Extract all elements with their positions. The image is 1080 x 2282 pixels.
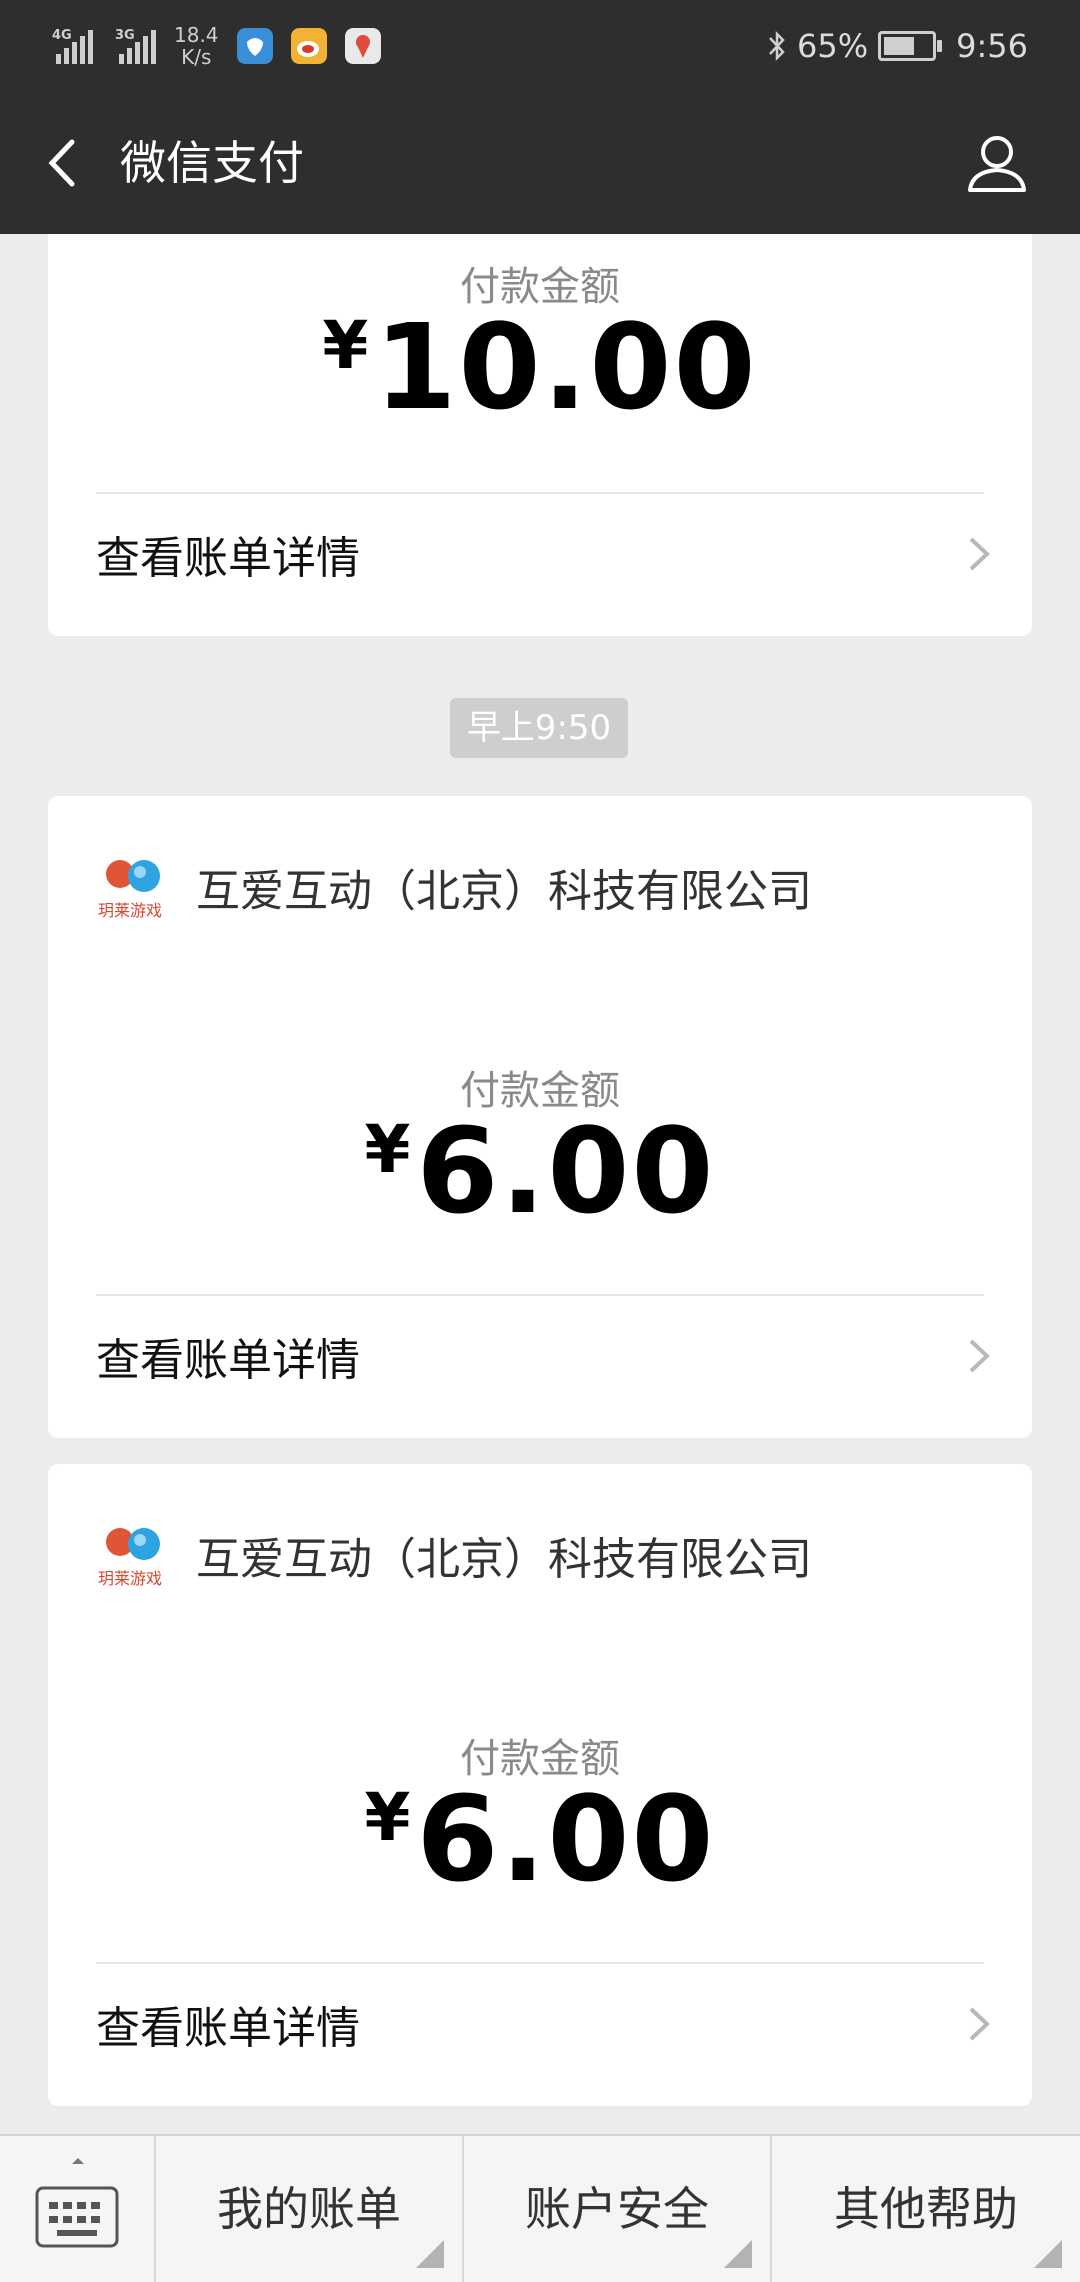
menu-other-help[interactable]: 其他帮助	[770, 2136, 1080, 2282]
bottom-menu-bar: 我的账单 账户安全 其他帮助	[0, 2134, 1080, 2282]
menu-my-bills[interactable]: 我的账单	[154, 2136, 462, 2282]
payment-amount: ¥10.00	[322, 298, 758, 436]
keyboard-icon[interactable]	[0, 2136, 154, 2282]
merchant-header: 玥莱游戏 互爱互动（北京）科技有限公司	[96, 1520, 812, 1590]
menu-account-security[interactable]: 账户安全	[462, 2136, 770, 2282]
status-right: 65% 9:56	[767, 18, 1028, 74]
merchant-header: 玥莱游戏 互爱互动（北京）科技有限公司	[96, 852, 812, 922]
person-icon[interactable]	[962, 128, 1032, 198]
detail-label: 查看账单详情	[96, 1335, 360, 1386]
time-separator: 早上9:50	[450, 698, 628, 758]
signal-4g-icon: 4G	[52, 28, 93, 64]
chevron-right-icon	[969, 1339, 990, 1373]
clock: 9:56	[956, 27, 1028, 65]
svg-text:玥莱游戏: 玥莱游戏	[98, 901, 162, 920]
detail-label: 查看账单详情	[96, 2003, 360, 2054]
page-title: 微信支付	[120, 136, 304, 190]
nav-bar: 微信支付	[0, 92, 1080, 234]
merchant-name: 互爱互动（北京）科技有限公司	[196, 866, 812, 917]
signal-3g-icon: 3G	[115, 28, 156, 64]
bluetooth-icon	[769, 30, 785, 62]
status-left: 4G 3G 18.4 K/s	[52, 18, 381, 74]
merchant-name: 互爱互动（北京）科技有限公司	[196, 1534, 812, 1585]
payment-card: 玥莱游戏 互爱互动（北京）科技有限公司 付款金额 ¥6.00 查看账单详情	[48, 796, 1032, 1438]
battery-percent: 65%	[797, 27, 869, 65]
submenu-indicator-icon	[724, 2240, 752, 2268]
payment-card: 付款金额 ¥10.00 查看账单详情	[48, 234, 1032, 636]
payment-amount: ¥6.00	[364, 1102, 716, 1240]
view-bill-details-button[interactable]: 查看账单详情	[96, 1296, 992, 1416]
status-bar: 4G 3G 18.4 K/s 65% 9:56	[0, 0, 1080, 92]
chevron-right-icon	[969, 2007, 990, 2041]
chevron-right-icon	[969, 537, 990, 571]
svg-text:玥莱游戏: 玥莱游戏	[98, 1569, 162, 1588]
view-bill-details-button[interactable]: 查看账单详情	[96, 494, 992, 614]
health-app-icon	[236, 28, 273, 64]
payment-card: 玥莱游戏 互爱互动（北京）科技有限公司 付款金额 ¥6.00 查看账单详情	[48, 1464, 1032, 2106]
submenu-indicator-icon	[416, 2240, 444, 2268]
detail-label: 查看账单详情	[96, 533, 360, 584]
maps-app-icon	[344, 28, 381, 64]
battery-icon	[878, 31, 943, 61]
merchant-logo-icon: 玥莱游戏	[98, 1528, 162, 1588]
merchant-logo-icon: 玥莱游戏	[98, 860, 162, 920]
submenu-indicator-icon	[1034, 2240, 1062, 2268]
weibo-icon	[290, 28, 327, 64]
view-bill-details-button[interactable]: 查看账单详情	[96, 1964, 992, 2084]
network-speed: 18.4 K/s	[174, 23, 219, 69]
back-chevron-icon[interactable]	[38, 128, 98, 198]
payment-amount: ¥6.00	[364, 1770, 716, 1908]
